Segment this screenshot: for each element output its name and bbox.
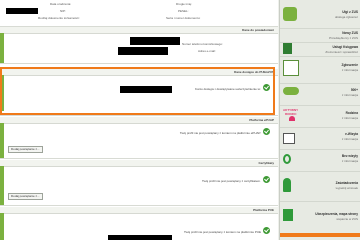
pue-message: Twój profil nie jest powiązany z kontem … <box>183 230 261 234</box>
redacted-value <box>118 47 168 55</box>
pue-section: Platforma PUE Twój profil nie jest powią… <box>0 207 278 240</box>
middle-name-label: Drugie imię: <box>176 2 193 6</box>
sidebar-item-title: Bez wizyty <box>341 154 358 158</box>
sidebar-item-title: Usługi Księgowa <box>332 45 358 49</box>
sidebar-item-title: Nowy ZUS <box>342 31 358 35</box>
info-icon <box>263 227 270 234</box>
certificates-title: Certyfikaty <box>258 161 274 165</box>
sidebar-item-title: 500+ <box>350 88 358 92</box>
active-indicator <box>280 233 360 237</box>
sidebar-item-title: e-Wizyta <box>345 132 358 136</box>
pesel-label: PESEL: <box>178 9 189 13</box>
personal-data-section: Data urodzenia: NIP: Rodzaj dokumentu to… <box>0 0 278 27</box>
sidebar-item-subtitle: z informacja <box>341 68 358 72</box>
profile-main: Data urodzenia: NIP: Rodzaj dokumentu to… <box>0 0 278 240</box>
sidebar-item-subtitle: Zrozumiesz i sprawdzisz <box>325 50 358 54</box>
highlight-frame <box>0 67 275 115</box>
sidebar-item-subtitle: z informacja <box>341 116 358 120</box>
sidebar-item-bez-wizyty[interactable]: Bez wizyty z informacja <box>280 149 360 172</box>
info-icon <box>263 176 270 183</box>
certificates-section: Certyfikaty Twój profil nie jest powiąza… <box>0 160 278 206</box>
sidebar-item-zgloszenie[interactable]: Zgłoszenie z informacja <box>280 56 360 84</box>
contact-section-title: Dane do powiadomień <box>242 28 274 32</box>
wheelchair-icon <box>283 154 291 164</box>
checklist-icon <box>283 60 299 76</box>
sidebar-item-mapa-strony[interactable]: Ubezpieczenia, mapa strony wsparcie w ZU… <box>280 201 360 234</box>
sidebar-item-500[interactable]: 500+ z informacja <box>280 83 360 106</box>
sidebar-item-subtitle: obsługa zgłoszeń <box>334 15 358 19</box>
sidebar-item-title: Zgłoszenie <box>341 63 358 67</box>
sidebar-item-subtitle: Przedsiębiorcy z ZUS <box>329 36 358 40</box>
section-accent <box>0 33 4 63</box>
heart-icon <box>289 116 295 121</box>
person-icon <box>283 178 291 192</box>
sidebar-item-title: Rodzina <box>345 111 358 115</box>
sidebar-item-title: Ulgi z ZUS <box>342 10 358 14</box>
id-series-label: Seria i numer dokumentu: <box>166 16 201 20</box>
sidebar: Ulgi z ZUS obsługa zgłoszeń Nowy ZUS Prz… <box>279 0 360 240</box>
sidebar-item-title: Zaświadczenia <box>335 181 358 185</box>
sidebar-item-subtitle: z informacja <box>341 137 358 141</box>
nip-label: NIP: <box>60 9 66 13</box>
flag-icon <box>283 209 293 221</box>
sidebar-item-subtitle: z informacja <box>341 159 358 163</box>
redacted-value <box>130 37 180 45</box>
sidebar-item-nowy-zus[interactable]: Nowy ZUS Przedsiębiorcy z ZUS <box>280 28 360 43</box>
sidebar-item-subtitle: wypełnij wniosek <box>335 186 358 190</box>
sidebar-item-subtitle: z informacja <box>341 93 358 97</box>
sidebar-item-uslugi[interactable]: Usługi Księgowa Zrozumiesz i sprawdzisz <box>280 42 360 57</box>
people-icon <box>283 7 297 21</box>
epuap-message: Twój profil nie jest powiązany z kontem … <box>179 131 261 135</box>
sidebar-item-ulgi[interactable]: Ulgi z ZUS obsługa zgłoszeń <box>280 0 360 29</box>
section-accent <box>0 166 4 205</box>
logo-500-icon <box>283 87 299 95</box>
contact-section-header: Dane do powiadomień <box>0 27 278 34</box>
aktywny-rodzic-logo: AKTYWNY RODZIC <box>283 108 303 122</box>
sidebar-item-zaswiadczenia[interactable]: Zaświadczenia wypełnij wniosek <box>280 171 360 202</box>
redacted-value <box>108 235 172 240</box>
shield-icon <box>283 43 292 54</box>
epuap-header: Platforma ePUAP <box>0 117 278 124</box>
epuap-section: Platforma ePUAP Twój profil nie jest pow… <box>0 117 278 159</box>
pue-title: Platforma PUE <box>253 208 274 212</box>
add-epuap-link-button[interactable]: Dodaj powiązanie z... <box>8 146 43 153</box>
certificates-header: Certyfikaty <box>0 160 278 167</box>
calendar-icon <box>283 133 295 144</box>
contact-section: Dane do powiadomień Numer telefonu komór… <box>0 27 278 64</box>
sidebar-item-title: Ubezpieczenia, mapa strony <box>315 212 358 216</box>
email-label: Adres e-mail: <box>198 49 216 53</box>
info-icon <box>263 128 270 135</box>
section-accent <box>0 213 4 240</box>
id-document-type-label: Rodzaj dokumentu tożsamości: <box>38 16 80 20</box>
certificates-message: Twój profil nie jest powiązany z certyfi… <box>201 179 261 183</box>
redacted-value <box>6 8 38 14</box>
mobile-phone-label: Numer telefonu komórkowego: <box>182 42 223 46</box>
sidebar-item-e-wizyta[interactable]: e-Wizyta z informacja <box>280 127 360 150</box>
section-accent <box>0 123 4 158</box>
pue-header: Platforma PUE <box>0 207 278 214</box>
add-certificate-button[interactable]: Dodaj powiązanie z... <box>8 193 43 200</box>
epuap-title: Platforma ePUAP <box>249 118 274 122</box>
sidebar-item-subtitle: wsparcie w ZUS <box>336 217 358 221</box>
sidebar-item-rodzina[interactable]: AKTYWNY RODZIC Rodzina z informacja <box>280 105 360 128</box>
birth-date-label: Data urodzenia: <box>50 2 72 6</box>
